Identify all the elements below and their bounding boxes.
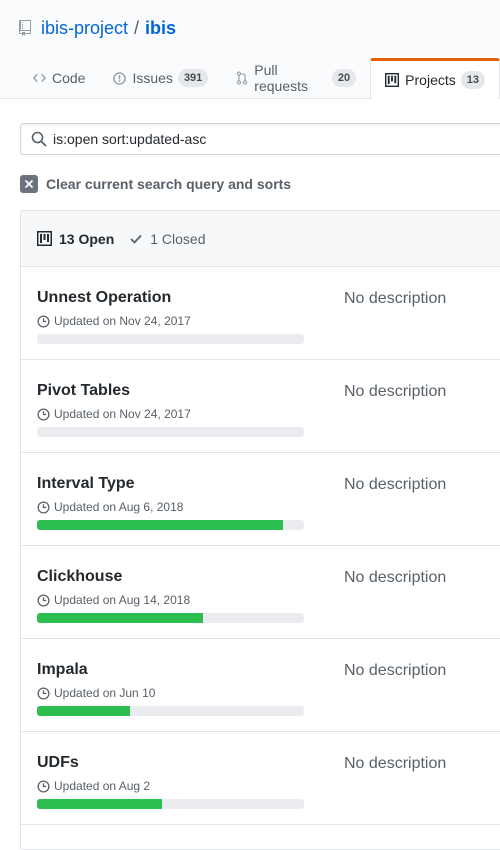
- clock-icon: [37, 686, 50, 700]
- project-search-bar: [20, 123, 500, 155]
- progress-fill: [37, 520, 283, 530]
- clock-icon: [37, 314, 50, 328]
- closed-projects-label: 1 Closed: [150, 230, 206, 247]
- open-projects-label: 13 Open: [59, 230, 115, 247]
- tab-pull-requests[interactable]: Pull requests 20: [222, 58, 370, 98]
- repo-header: ibis-project / ibis Code Issues 391 Pull…: [0, 0, 500, 99]
- project-progress-bar: [37, 520, 304, 530]
- project-title-link[interactable]: Impala: [37, 661, 88, 679]
- project-title-link[interactable]: Unnest Operation: [37, 289, 171, 307]
- code-icon: [33, 72, 46, 84]
- clear-search-link[interactable]: Clear current search query and sorts: [20, 175, 291, 193]
- search-input[interactable]: [53, 131, 453, 147]
- clock-icon: [37, 779, 50, 793]
- project-updated: Updated on Aug 2: [37, 779, 150, 793]
- issue-icon: [113, 71, 127, 85]
- project-row: Clickhouse Updated on Aug 14, 2018 No de…: [21, 546, 500, 639]
- repo-icon: [19, 19, 33, 38]
- project-description: No description: [344, 662, 447, 679]
- project-updated-text: Updated on Aug 2: [54, 779, 151, 793]
- repo-owner-link[interactable]: ibis-project: [41, 18, 128, 39]
- tab-code-label: Code: [52, 70, 86, 86]
- progress-fill: [37, 613, 203, 623]
- project-title-link[interactable]: Pivot Tables: [37, 382, 130, 400]
- project-progress-bar: [37, 706, 304, 716]
- project-row: UDFs Updated on Aug 2 No description: [21, 732, 500, 825]
- progress-fill: [37, 706, 131, 716]
- projects-list: 13 Open 1 Closed Unnest Operation Update…: [20, 210, 500, 850]
- project-title-link[interactable]: Interval Type: [37, 475, 135, 493]
- closed-projects-filter[interactable]: 1 Closed: [130, 230, 206, 247]
- project-progress-bar: [37, 613, 304, 623]
- project-updated-text: Updated on Nov 24, 2017: [54, 407, 191, 421]
- project-description: No description: [344, 383, 447, 400]
- pull-requests-count-badge: 20: [331, 69, 357, 87]
- project-updated: Updated on Aug 14, 2018: [37, 593, 190, 607]
- project-description: No description: [344, 755, 447, 772]
- tab-issues-label: Issues: [132, 70, 173, 86]
- project-row: Impala Updated on Jun 10 No description: [21, 639, 500, 732]
- project-progress-bar: [37, 427, 304, 437]
- project-icon: [385, 73, 400, 87]
- project-updated-text: Updated on Nov 24, 2017: [54, 314, 191, 328]
- project-icon: [37, 231, 52, 246]
- project-row: Pivot Tables Updated on Nov 24, 2017 No …: [21, 360, 500, 453]
- tab-issues[interactable]: Issues 391: [99, 58, 222, 98]
- project-row: Interval Type Updated on Aug 6, 2018 No …: [21, 453, 500, 546]
- close-icon: [20, 175, 38, 193]
- project-updated-text: Updated on Aug 6, 2018: [54, 500, 184, 514]
- project-updated-text: Updated on Jun 10: [54, 686, 156, 700]
- progress-fill: [37, 799, 163, 809]
- search-icon: [31, 131, 47, 147]
- projects-list-header: 13 Open 1 Closed: [21, 211, 500, 267]
- repo-name-link[interactable]: ibis: [145, 18, 176, 39]
- repo-separator: /: [134, 18, 140, 38]
- issues-count-badge: 391: [177, 69, 209, 87]
- tab-projects[interactable]: Projects 13: [370, 58, 500, 99]
- project-progress-bar: [37, 334, 304, 344]
- project-updated: Updated on Aug 6, 2018: [37, 500, 183, 514]
- project-description: No description: [344, 569, 447, 586]
- clock-icon: [37, 407, 50, 421]
- check-icon: [130, 234, 142, 244]
- repo-title: ibis-project / ibis: [19, 18, 176, 39]
- project-updated-text: Updated on Aug 14, 2018: [54, 593, 191, 607]
- clear-search-label: Clear current search query and sorts: [46, 176, 292, 192]
- project-row: Unnest Operation Updated on Nov 24, 2017…: [21, 267, 500, 360]
- project-title-link[interactable]: Clickhouse: [37, 568, 122, 586]
- repo-nav-tabs: Code Issues 391 Pull requests 20 Project…: [19, 58, 500, 99]
- tab-projects-label: Projects: [405, 72, 456, 88]
- project-progress-bar: [37, 799, 304, 809]
- clock-icon: [37, 593, 50, 607]
- clock-icon: [37, 500, 50, 514]
- project-updated: Updated on Nov 24, 2017: [37, 314, 191, 328]
- tab-pull-requests-label: Pull requests: [254, 62, 308, 94]
- project-title-link[interactable]: UDFs: [37, 754, 79, 772]
- project-updated: Updated on Nov 24, 2017: [37, 407, 191, 421]
- project-description: No description: [344, 476, 447, 493]
- project-updated: Updated on Jun 10: [37, 686, 155, 700]
- project-description: No description: [344, 290, 447, 307]
- projects-count-badge: 13: [460, 71, 485, 89]
- pull-request-icon: [236, 71, 248, 85]
- open-projects-filter[interactable]: 13 Open: [37, 231, 114, 247]
- tab-code[interactable]: Code: [19, 58, 99, 98]
